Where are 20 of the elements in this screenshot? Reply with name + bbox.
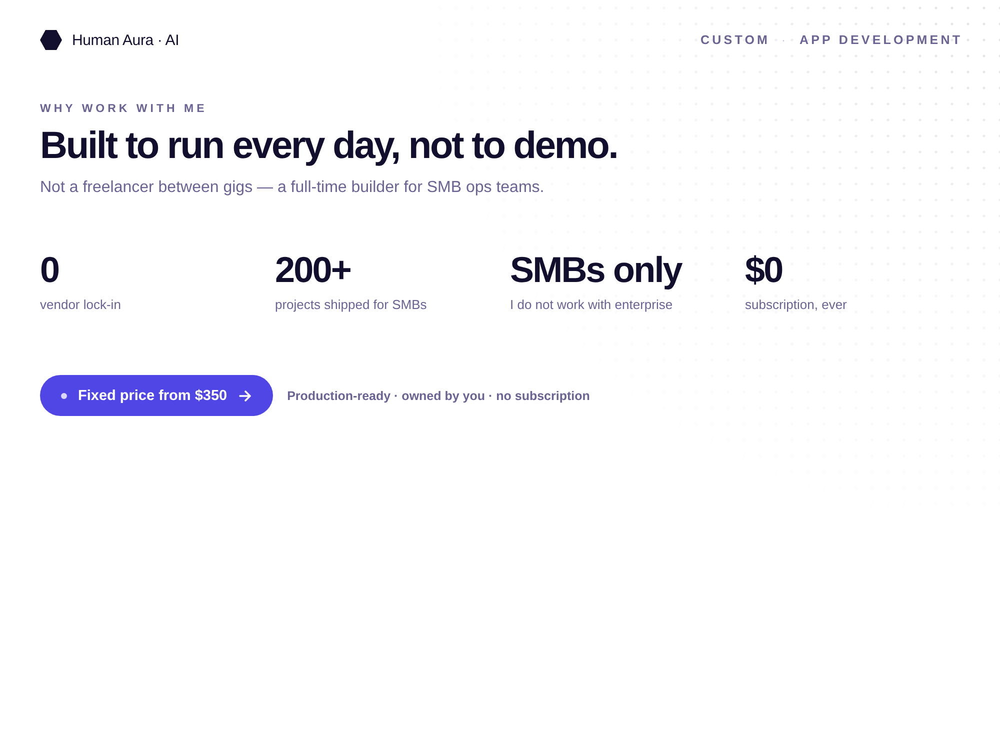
stat-value: 200+: [275, 249, 352, 291]
section-eyebrow: WHY WORK WITH ME: [40, 102, 208, 116]
brand-name[interactable]: Human Aura · AI: [72, 32, 180, 48]
stat-label: I do not work with enterprise: [510, 297, 674, 313]
nav-link[interactable]: APP DEVELOPMENT: [799, 33, 963, 47]
hexagon-logo-icon: [40, 30, 62, 50]
cta-button[interactable]: Fixed price from $350: [40, 375, 274, 416]
stat-label: projects shipped for SMBs: [275, 297, 428, 313]
arrow-right-icon: [239, 390, 252, 402]
stat-label: subscription, ever: [745, 297, 848, 313]
headline: Built to run every day, not to demo.: [40, 124, 618, 168]
nav-separator: ·: [781, 33, 786, 47]
stat-value: $0: [745, 249, 784, 291]
cta-note: Production-ready · owned by you · no subscription: [287, 388, 590, 402]
stat-value: 0: [40, 249, 60, 291]
stat-label: vendor lock-in: [40, 297, 122, 313]
subtitle: Not a freelancer between gigs — a full-time builder for SMB ops teams.: [40, 178, 546, 198]
stat-value: SMBs only: [510, 249, 684, 291]
dot-icon: [61, 392, 67, 398]
nav-link[interactable]: CUSTOM: [700, 33, 770, 47]
